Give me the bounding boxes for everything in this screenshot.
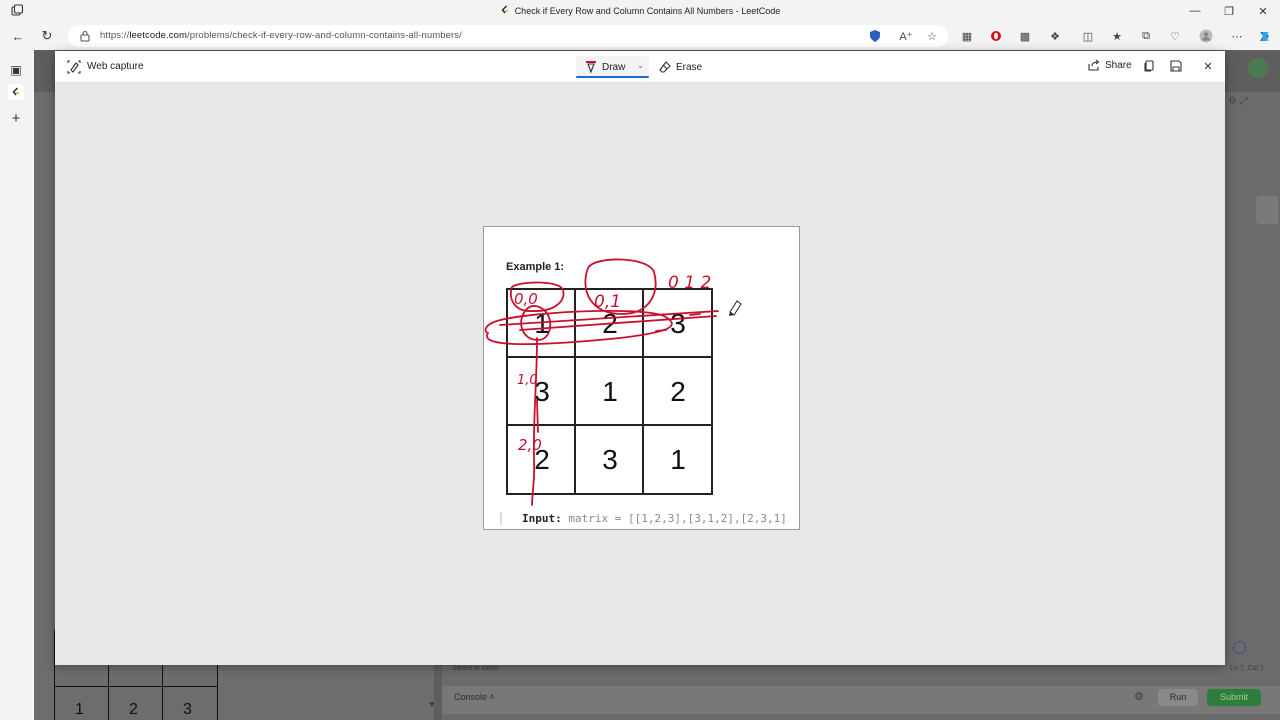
minimize-button[interactable]: — bbox=[1178, 0, 1212, 22]
console-label: Console bbox=[454, 692, 488, 702]
web-capture-header: Web capture Draw ⌄ Erase Share ✕ bbox=[55, 51, 1225, 83]
input-code: matrix = [[1,2,3],[3,1,2],[2,3,1] bbox=[568, 512, 787, 525]
collections-icon[interactable]: ⧉ bbox=[1138, 28, 1154, 44]
restore-button[interactable]: ❐ bbox=[1212, 0, 1246, 22]
grid-number: 1 bbox=[75, 701, 84, 718]
split-screen-icon[interactable]: ◫ bbox=[1080, 28, 1096, 44]
profile-avatar[interactable] bbox=[1198, 28, 1214, 44]
window-titlebar: Check if Every Row and Column Contains A… bbox=[0, 0, 1280, 22]
matrix-cell: 2 bbox=[670, 376, 686, 407]
url-path: /problems/check-if-every-row-and-column-… bbox=[187, 30, 462, 41]
favorite-star-icon[interactable]: ☆ bbox=[925, 29, 939, 43]
web-capture-title: Web capture bbox=[87, 61, 144, 72]
saved-status: Saved to cloud bbox=[452, 665, 499, 672]
matrix-cell: 3 bbox=[670, 308, 686, 339]
matrix-cell: 1 bbox=[602, 376, 618, 407]
matrix-cell: 1 bbox=[534, 308, 550, 339]
matrix-cell: 2 bbox=[534, 444, 550, 475]
extension-badge-icon[interactable] bbox=[868, 29, 882, 43]
shield-icon bbox=[870, 30, 880, 42]
grid-number: 3 bbox=[183, 701, 192, 718]
window-title-container: Check if Every Row and Column Contains A… bbox=[0, 5, 1280, 16]
copilot-icon[interactable] bbox=[1256, 28, 1272, 44]
grid-line bbox=[55, 686, 217, 687]
editor-settings-icon: ⚙ ⤢ bbox=[1228, 96, 1248, 107]
close-window-button[interactable]: ✕ bbox=[1246, 0, 1280, 22]
share-label: Share bbox=[1105, 59, 1132, 71]
chevron-down-icon[interactable]: ⌄ bbox=[637, 61, 644, 70]
vertical-tab-strip: ▣ + bbox=[0, 50, 32, 720]
copy-icon[interactable] bbox=[1142, 59, 1156, 73]
run-button: Run bbox=[1158, 689, 1198, 706]
share-button[interactable]: Share bbox=[1088, 59, 1132, 71]
matrix-cell: 2 bbox=[602, 308, 618, 339]
refresh-button[interactable]: ↻ bbox=[38, 27, 56, 45]
matrix-cell: 3 bbox=[602, 444, 618, 475]
example-input: Input: matrix = [[1,2,3],[3,1,2],[2,3,1] bbox=[500, 512, 787, 525]
window-controls: — ❐ ✕ bbox=[1178, 0, 1280, 22]
share-icon bbox=[1088, 59, 1100, 71]
url-text[interactable]: https://leetcode.com/problems/check-if-e… bbox=[100, 30, 462, 41]
erase-button[interactable]: Erase bbox=[659, 56, 702, 78]
draw-label: Draw bbox=[602, 61, 626, 73]
erase-label: Erase bbox=[676, 61, 703, 73]
eraser-icon bbox=[659, 61, 671, 73]
editor-side-tab bbox=[1256, 196, 1278, 224]
opera-icon[interactable] bbox=[988, 28, 1004, 44]
user-avatar bbox=[1248, 58, 1268, 78]
console-bar bbox=[442, 686, 1280, 714]
pen-icon bbox=[586, 61, 596, 73]
leetcode-tab-icon[interactable] bbox=[8, 84, 24, 100]
chat-icon bbox=[1233, 641, 1246, 654]
address-bar[interactable]: https://leetcode.com/problems/check-if-e… bbox=[68, 25, 948, 47]
close-icon[interactable]: ✕ bbox=[1201, 59, 1215, 73]
browser-essentials-icon[interactable]: ♡ bbox=[1167, 28, 1183, 44]
back-button[interactable]: ← bbox=[9, 27, 27, 45]
scroll-down-icon: ▼ bbox=[428, 700, 436, 709]
new-tab-icon[interactable]: + bbox=[8, 110, 24, 127]
cursor-position: Ln 7, Col 1 bbox=[1230, 665, 1264, 672]
lock-icon[interactable] bbox=[80, 30, 90, 42]
sidebar-app-icon[interactable]: ▩ bbox=[1017, 28, 1033, 44]
tab-actions-icon[interactable]: ▣ bbox=[8, 62, 24, 78]
matrix-cell: 3 bbox=[534, 376, 550, 407]
save-icon[interactable] bbox=[1169, 59, 1183, 73]
web-capture-icon bbox=[67, 60, 81, 74]
draw-button[interactable]: Draw ⌄ bbox=[576, 56, 649, 78]
submit-button: Submit bbox=[1207, 689, 1261, 706]
url-scheme: https:// bbox=[100, 30, 130, 41]
read-aloud-icon[interactable]: A⁺ bbox=[899, 29, 913, 43]
qr-code-icon[interactable]: ▦ bbox=[959, 28, 975, 44]
more-menu-icon[interactable]: ⋯ bbox=[1229, 28, 1245, 44]
captured-image: Example 1: 1 2 3 3 1 2 2 3 1 Input: matr… bbox=[483, 226, 800, 530]
web-capture-overlay: Web capture Draw ⌄ Erase Share ✕ Example… bbox=[55, 51, 1225, 665]
draw-active-indicator bbox=[576, 76, 649, 78]
grid-number: 2 bbox=[129, 701, 138, 718]
example-title: Example 1: bbox=[506, 261, 565, 273]
extensions-icon[interactable]: ❖ bbox=[1047, 28, 1063, 44]
favorites-icon[interactable]: ★ bbox=[1109, 28, 1125, 44]
input-label: Input: bbox=[522, 512, 562, 525]
example-matrix: 1 2 3 3 1 2 2 3 1 bbox=[506, 288, 713, 495]
window-title: Check if Every Row and Column Contains A… bbox=[514, 6, 781, 16]
leetcode-favicon-icon bbox=[501, 5, 508, 14]
console-settings-icon: ⚙ bbox=[1134, 691, 1144, 703]
console-toggle: Console ˄ bbox=[454, 692, 495, 702]
matrix-cell: 1 bbox=[670, 444, 686, 475]
browser-toolbar: ← ↻ https://leetcode.com/problems/check-… bbox=[0, 22, 1280, 50]
url-host: leetcode.com bbox=[129, 30, 188, 41]
